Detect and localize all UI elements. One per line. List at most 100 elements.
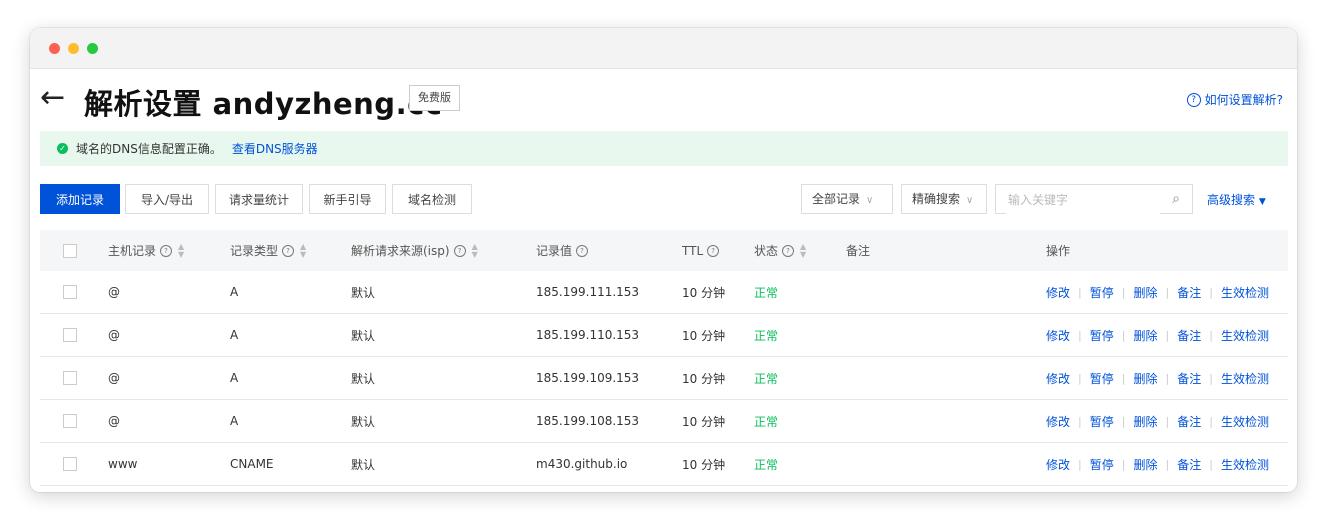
action-separator: | xyxy=(1078,371,1082,385)
maximize-window-button[interactable] xyxy=(87,43,98,54)
action-separator: | xyxy=(1165,371,1170,385)
column-type[interactable]: 记录类型 ? ▲ ▼ xyxy=(230,230,306,271)
edit-record-link[interactable]: 修改 xyxy=(1046,284,1070,301)
column-type-label: 记录类型 xyxy=(230,244,279,258)
cell-ttl: 10 分钟 xyxy=(682,285,726,300)
remark-record-link[interactable]: 备注 xyxy=(1177,413,1201,430)
cell-line: 默认 xyxy=(351,328,376,343)
remark-record-link[interactable]: 备注 xyxy=(1177,327,1201,344)
delete-record-link[interactable]: 删除 xyxy=(1133,456,1157,473)
delete-record-link[interactable]: 删除 xyxy=(1133,413,1157,430)
select-all-cell xyxy=(63,230,77,271)
add-record-button[interactable]: 添加记录 xyxy=(40,184,120,214)
pause-record-link[interactable]: 暂停 xyxy=(1090,284,1114,301)
pause-record-link[interactable]: 暂停 xyxy=(1090,370,1114,387)
cell-host: @ xyxy=(108,371,120,385)
delete-record-link[interactable]: 删除 xyxy=(1133,284,1157,301)
edit-record-link[interactable]: 修改 xyxy=(1046,456,1070,473)
cell-type: A xyxy=(230,414,239,428)
browser-window: ← 解析设置 andyzheng.cc 免费版 ? 如何设置解析? ✓ 域名的D… xyxy=(30,28,1297,492)
question-circle-icon[interactable]: ? xyxy=(782,244,795,257)
row-checkbox[interactable] xyxy=(63,328,77,342)
check-effect-link[interactable]: 生效检测 xyxy=(1221,370,1269,387)
delete-record-link[interactable]: 删除 xyxy=(1133,370,1157,387)
column-actions: 操作 xyxy=(1046,230,1070,271)
question-circle-icon[interactable]: ? xyxy=(576,244,589,257)
question-circle-icon[interactable]: ? xyxy=(160,244,173,257)
question-circle-icon[interactable]: ? xyxy=(707,244,720,257)
domain-check-button[interactable]: 域名检测 xyxy=(392,184,472,214)
check-effect-link[interactable]: 生效检测 xyxy=(1221,327,1269,344)
action-separator: | xyxy=(1209,414,1213,428)
sort-icon[interactable]: ▲ ▼ xyxy=(178,242,184,259)
action-separator: | xyxy=(1209,285,1213,299)
question-circle-icon[interactable]: ? xyxy=(282,244,295,257)
check-effect-link[interactable]: 生效检测 xyxy=(1221,284,1269,301)
column-host[interactable]: 主机记录 ? ▲ ▼ xyxy=(108,230,184,271)
advanced-search-toggle[interactable]: 高级搜索 ▼ xyxy=(1207,191,1266,208)
toolbar: 添加记录 导入/导出 请求量统计 新手引导 域名检测 全部记录 ∨ 精确搜索 ∨ ⌕… xyxy=(40,184,1288,216)
request-stats-button[interactable]: 请求量统计 xyxy=(215,184,303,214)
search-mode-label: 精确搜索 xyxy=(912,192,961,206)
table-body: @ A 默认 185.199.111.153 10 分钟 正常 修改 | 暂停 | 删除 | 备注 | 生效… xyxy=(40,271,1288,486)
pause-record-link[interactable]: 暂停 xyxy=(1090,413,1114,430)
record-filter-label: 全部记录 xyxy=(812,192,861,206)
page-header: ← 解析设置 andyzheng.cc 免费版 ? 如何设置解析? xyxy=(30,69,1297,131)
remark-record-link[interactable]: 备注 xyxy=(1177,370,1201,387)
edit-record-link[interactable]: 修改 xyxy=(1046,327,1070,344)
row-checkbox[interactable] xyxy=(63,414,77,428)
action-separator: | xyxy=(1078,414,1082,428)
row-select-cell xyxy=(63,357,77,399)
delete-record-link[interactable]: 删除 xyxy=(1133,327,1157,344)
cell-value: 185.199.108.153 xyxy=(536,414,640,428)
select-all-checkbox[interactable] xyxy=(63,243,77,258)
edit-record-link[interactable]: 修改 xyxy=(1046,413,1070,430)
sort-icon[interactable]: ▲ ▼ xyxy=(300,242,306,259)
arrow-left-icon[interactable]: ← xyxy=(40,83,65,113)
minimize-window-button[interactable] xyxy=(68,43,79,54)
dns-records-table: 主机记录 ? ▲ ▼ 记录类型 ? ▲ ▼ 解析请求来源(isp) ? ▲ ▼ 记录值… xyxy=(40,230,1288,486)
row-checkbox[interactable] xyxy=(63,371,77,385)
help-link[interactable]: ? 如何设置解析? xyxy=(1186,91,1283,108)
check-effect-link[interactable]: 生效检测 xyxy=(1221,456,1269,473)
cell-host: @ xyxy=(108,414,120,428)
action-separator: | xyxy=(1121,328,1126,342)
row-select-cell xyxy=(63,271,77,313)
beginner-guide-button[interactable]: 新手引导 xyxy=(309,184,386,214)
table-row: @ A 默认 185.199.111.153 10 分钟 正常 修改 | 暂停 | 删除 | 备注 | 生效… xyxy=(40,271,1288,314)
edition-badge: 免费版 xyxy=(409,85,460,111)
column-status[interactable]: 状态 ? ▲ ▼ xyxy=(754,230,806,271)
cell-status: 正常 xyxy=(754,414,779,429)
action-separator: | xyxy=(1078,328,1082,342)
sort-icon[interactable]: ▲ ▼ xyxy=(800,242,806,259)
cell-ttl: 10 分钟 xyxy=(682,414,726,429)
sort-icon[interactable]: ▲ ▼ xyxy=(472,242,478,259)
column-line[interactable]: 解析请求来源(isp) ? ▲ ▼ xyxy=(351,230,478,271)
action-separator: | xyxy=(1121,371,1126,385)
question-circle-icon[interactable]: ? xyxy=(453,244,466,257)
remark-record-link[interactable]: 备注 xyxy=(1177,284,1201,301)
pause-record-link[interactable]: 暂停 xyxy=(1090,327,1114,344)
column-host-label: 主机记录 xyxy=(108,244,157,258)
import-export-button[interactable]: 导入/导出 xyxy=(125,184,209,214)
cell-line: 默认 xyxy=(351,285,376,300)
cell-ttl: 10 分钟 xyxy=(682,328,726,343)
action-separator: | xyxy=(1165,328,1170,342)
table-row: @ A 默认 185.199.110.153 10 分钟 正常 修改 | 暂停 | 删除 | 备注 | 生效… xyxy=(40,314,1288,357)
edit-record-link[interactable]: 修改 xyxy=(1046,370,1070,387)
cell-value: m430.github.io xyxy=(536,457,628,471)
column-value: 记录值 ? xyxy=(536,230,589,271)
search-icon[interactable]: ⌕ xyxy=(1172,191,1180,207)
view-dns-servers-link[interactable]: 查看DNS服务器 xyxy=(232,140,318,157)
remark-record-link[interactable]: 备注 xyxy=(1177,456,1201,473)
close-window-button[interactable] xyxy=(49,43,60,54)
cell-type: A xyxy=(230,328,239,342)
record-filter-select[interactable]: 全部记录 ∨ xyxy=(801,184,893,214)
search-mode-select[interactable]: 精确搜索 ∨ xyxy=(901,184,987,214)
row-checkbox[interactable] xyxy=(63,457,77,471)
search-input[interactable] xyxy=(1006,186,1160,214)
pause-record-link[interactable]: 暂停 xyxy=(1090,456,1114,473)
row-checkbox[interactable] xyxy=(63,285,77,299)
column-status-label: 状态 xyxy=(754,244,779,258)
check-effect-link[interactable]: 生效检测 xyxy=(1221,413,1269,430)
